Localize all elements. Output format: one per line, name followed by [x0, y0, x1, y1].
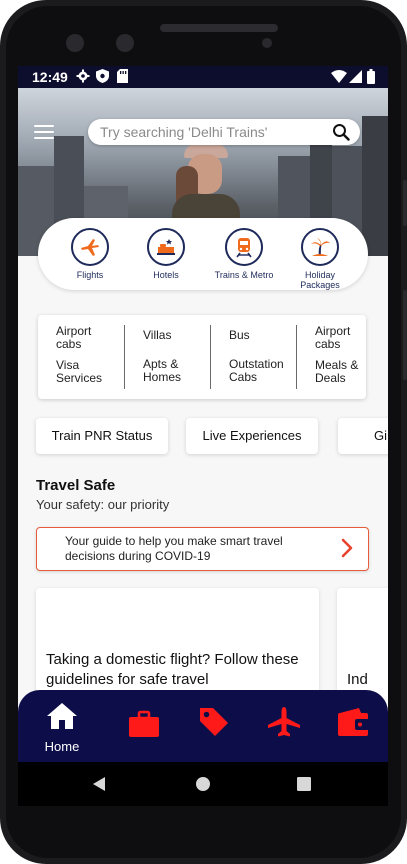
- tag-icon: [198, 708, 230, 742]
- service-outstation-cabs[interactable]: Outstation Cabs: [229, 358, 289, 384]
- nav-home[interactable]: Home: [42, 702, 82, 754]
- category-label: Trains & Metro: [214, 270, 274, 280]
- service-villas[interactable]: Villas: [143, 329, 227, 342]
- nav-offers[interactable]: [194, 702, 234, 752]
- search-icon[interactable]: [332, 123, 350, 146]
- service-airport-cabs[interactable]: Airport cabs: [56, 325, 114, 351]
- article-title: Ind: [347, 671, 368, 688]
- wifi-icon: [331, 70, 347, 86]
- status-time: 12:49: [32, 69, 68, 85]
- live-experiences-button[interactable]: Live Experiences: [186, 418, 318, 454]
- palm-tree-icon: [301, 228, 339, 266]
- search-bar[interactable]: Try searching 'Delhi Trains': [88, 119, 360, 145]
- plane-icon: [267, 707, 301, 742]
- train-pnr-status-button[interactable]: Train PNR Status: [36, 418, 168, 454]
- front-camera: [66, 34, 84, 52]
- power-button: [403, 180, 407, 226]
- city-building: [362, 116, 388, 256]
- column-divider: [210, 325, 211, 389]
- search-placeholder: Try searching 'Delhi Trains': [100, 124, 268, 140]
- services-column: Airport cabs Visa Services: [56, 325, 140, 393]
- services-column: Villas Apts & Homes: [143, 325, 227, 393]
- status-bar: 12:49: [18, 66, 388, 88]
- plane-icon: [71, 228, 109, 266]
- wallet-icon: [337, 708, 371, 742]
- column-divider: [124, 325, 125, 389]
- category-flights[interactable]: Flights: [54, 228, 126, 280]
- hotel-icon: [147, 228, 185, 266]
- speaker: [160, 24, 278, 32]
- services-column: Airport cabs Meals & Deals: [315, 325, 388, 393]
- service-apts-homes[interactable]: Apts & Homes: [143, 358, 199, 384]
- phone-frame: 12:49 Try searching 'Delhi Trains' Fligh…: [0, 0, 407, 864]
- service-bus[interactable]: Bus: [229, 329, 313, 342]
- cellular-signal-icon: [349, 70, 362, 86]
- covid-guide-text: Your guide to help you make smart travel…: [65, 534, 283, 563]
- home-circle-icon[interactable]: [195, 776, 211, 797]
- travel-safe-title: Travel Safe: [36, 477, 116, 494]
- battery-icon: [367, 69, 375, 87]
- chevron-right-icon: [340, 538, 354, 563]
- category-label: Flights: [76, 270, 104, 280]
- app-screen: 12:49 Try searching 'Delhi Trains' Fligh…: [18, 66, 388, 806]
- article-title: Taking a domestic flight? Follow these g…: [46, 651, 299, 688]
- gift-cards-button[interactable]: Gi: [338, 418, 388, 454]
- briefcase-icon: [128, 710, 160, 742]
- settings-gear-icon: [76, 69, 90, 86]
- system-navigation-bar: [18, 762, 388, 806]
- category-hotels[interactable]: Hotels: [130, 228, 202, 280]
- hamburger-menu-icon[interactable]: [34, 125, 54, 141]
- column-divider: [296, 325, 297, 389]
- bottom-navigation: Home: [18, 690, 388, 762]
- services-card: Airport cabs Visa Services Villas Apts &…: [38, 315, 366, 399]
- volume-button: [403, 290, 407, 380]
- train-icon: [225, 228, 263, 266]
- category-card: Flights Hotels Trains & Metro Holiday Pa…: [38, 218, 368, 290]
- service-visa[interactable]: Visa Services: [56, 359, 114, 385]
- covid-guide-banner[interactable]: Your guide to help you make smart travel…: [36, 527, 369, 571]
- shield-icon: [96, 69, 109, 86]
- service-airport-cabs-2[interactable]: Airport cabs: [315, 325, 365, 351]
- travel-safe-subtitle: Your safety: our priority: [36, 497, 170, 512]
- proximity-sensor: [262, 38, 272, 48]
- service-meals-deals[interactable]: Meals & Deals: [315, 359, 365, 385]
- home-icon: [46, 703, 78, 734]
- nav-flights[interactable]: [264, 702, 304, 752]
- recents-square-icon[interactable]: [297, 777, 311, 796]
- category-trains-metro[interactable]: Trains & Metro: [208, 228, 280, 280]
- services-column: Bus Outstation Cabs: [229, 325, 313, 393]
- category-label: Hotels: [153, 270, 179, 280]
- category-label: Holiday Packages: [300, 270, 340, 290]
- back-icon[interactable]: [92, 776, 106, 797]
- nav-trips[interactable]: [124, 702, 164, 752]
- nav-wallet[interactable]: [334, 702, 374, 752]
- nav-home-label: Home: [44, 739, 80, 754]
- front-sensor: [116, 34, 134, 52]
- sd-card-icon: [117, 69, 128, 86]
- category-holiday-packages[interactable]: Holiday Packages: [284, 228, 356, 290]
